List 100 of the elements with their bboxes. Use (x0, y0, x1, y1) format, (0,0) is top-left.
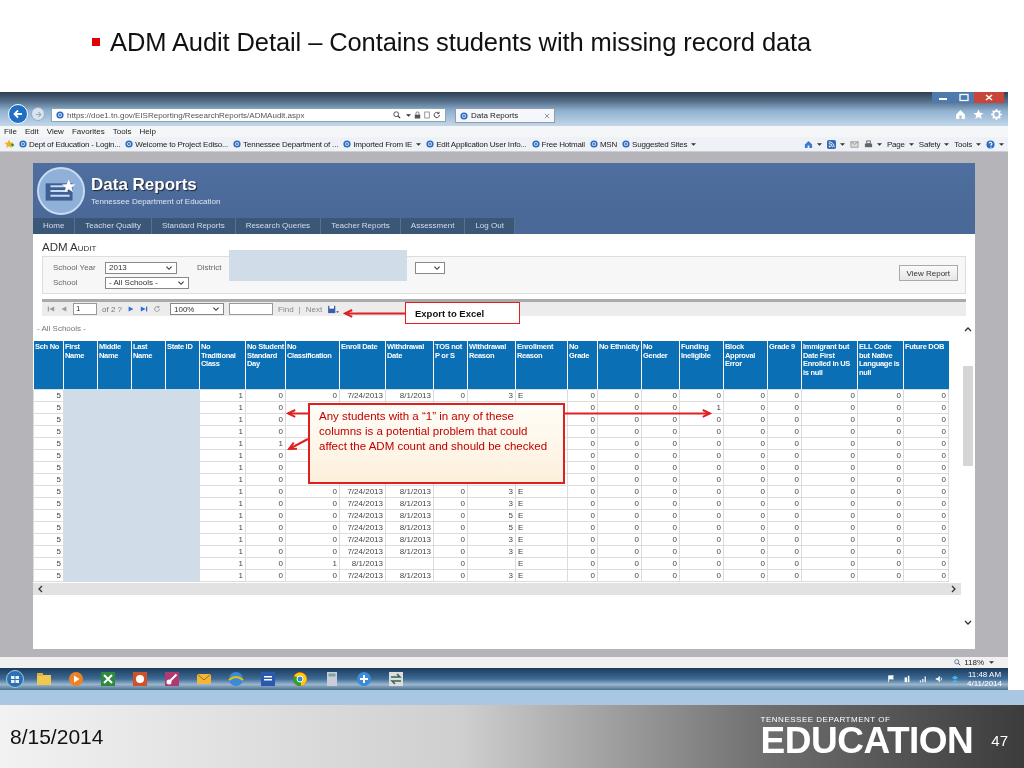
back-button[interactable] (8, 104, 28, 124)
nav-link[interactable]: Log Out (465, 218, 515, 234)
chevron-right-icon[interactable] (950, 585, 957, 593)
home-icon[interactable] (955, 109, 966, 120)
globe-icon[interactable] (426, 140, 435, 148)
globe-icon[interactable] (622, 140, 631, 148)
dropdown-field[interactable]: - All Schools - (105, 276, 189, 289)
favorite-link[interactable]: MSN (589, 139, 618, 149)
nav-link[interactable]: Assessment (400, 218, 466, 234)
menu-item[interactable]: Help (139, 127, 156, 136)
find-link[interactable]: Find (278, 304, 294, 314)
globe-icon[interactable] (343, 140, 352, 148)
previous-page-icon[interactable] (60, 305, 68, 313)
favorite-link[interactable]: Welcome to Project Ediso... (125, 139, 229, 149)
nav-link[interactable]: Standard Reports (151, 218, 236, 234)
refresh-icon[interactable] (433, 111, 441, 119)
globe-icon[interactable] (589, 140, 598, 148)
help-icon[interactable] (986, 139, 995, 149)
chevron-up-icon[interactable] (964, 326, 972, 333)
arrow-left-icon[interactable] (13, 109, 23, 119)
last-page-icon[interactable] (140, 305, 148, 313)
address-bar[interactable]: https://doe1.tn.gov/EISReporting/ResearchReports/ADMAudit.aspx (51, 108, 446, 122)
table-cell: 0 (723, 569, 768, 582)
minimize-button[interactable] (932, 92, 954, 103)
printer-icon[interactable] (863, 139, 873, 149)
close-button[interactable] (974, 92, 1004, 103)
favorite-link[interactable]: Edit Application User Info... (426, 139, 527, 149)
menu-item[interactable]: File (4, 127, 17, 136)
globe-icon[interactable] (19, 140, 27, 148)
find-field[interactable] (229, 303, 273, 315)
caret-icon (816, 142, 822, 146)
table-cell: 0 (567, 449, 598, 462)
star-icon[interactable] (973, 109, 984, 120)
mail-icon[interactable] (196, 671, 212, 687)
spreadsheet-icon[interactable] (100, 671, 116, 687)
document-icon[interactable] (260, 671, 276, 687)
globe-icon[interactable] (460, 111, 468, 120)
close-icon[interactable] (544, 112, 550, 119)
search-icon[interactable] (393, 111, 401, 119)
chevron-down-icon[interactable] (964, 619, 972, 626)
next-page-icon[interactable] (127, 305, 135, 313)
chevron-left-icon[interactable] (37, 585, 44, 593)
settings-icon[interactable] (991, 109, 1002, 120)
transfer-icon[interactable] (388, 671, 404, 687)
globe-icon[interactable] (531, 140, 540, 148)
table-cell: 0 (285, 497, 340, 510)
menu-item[interactable]: Edit (24, 127, 39, 136)
favorite-link[interactable]: Tennessee Department of ... (233, 139, 339, 149)
table-cell: 0 (679, 533, 724, 546)
globe-icon[interactable] (233, 140, 242, 148)
signal-icon[interactable] (919, 675, 927, 683)
table-cell: 0 (641, 533, 680, 546)
menu-item[interactable]: Tools (112, 127, 132, 136)
page-number-field[interactable]: 1 (73, 303, 97, 315)
table-cell: 8/1/2013 (385, 521, 434, 534)
favorite-link[interactable]: Imported From IE (343, 139, 422, 149)
horizontal-scrollbar[interactable] (33, 583, 961, 595)
table-cell: 0 (433, 497, 468, 510)
table-cell: 7/24/2013 (339, 569, 386, 582)
folder-icon[interactable] (36, 671, 52, 687)
first-page-icon[interactable] (47, 305, 55, 313)
browser-tab[interactable]: Data Reports (455, 108, 555, 123)
command-menu[interactable]: Safety (918, 139, 950, 149)
favorite-link[interactable]: Suggested Sites (622, 139, 697, 149)
nav-link[interactable]: Teacher Reports (321, 218, 401, 234)
favorite-link[interactable]: Free Hotmail (531, 139, 585, 149)
globe-icon[interactable] (56, 111, 64, 119)
nav-link[interactable]: Home (33, 218, 76, 234)
maximize-button[interactable] (954, 92, 974, 103)
view-report-button[interactable]: View Report (898, 265, 958, 281)
feed-icon[interactable] (826, 139, 836, 149)
dropdown-field[interactable]: 2013 (105, 261, 177, 274)
scroll-thumb[interactable] (963, 366, 973, 466)
home-icon[interactable] (803, 139, 813, 149)
export-icon[interactable] (327, 304, 341, 314)
globe-icon[interactable] (125, 140, 134, 148)
calculator-icon[interactable] (324, 671, 340, 687)
start-button[interactable] (6, 670, 24, 688)
zoom-dropdown[interactable]: 100% (170, 303, 224, 315)
flag-icon[interactable] (887, 675, 895, 683)
speaker-icon[interactable] (935, 675, 943, 683)
nav-link[interactable]: Research Queries (235, 218, 322, 234)
clock-time[interactable]: 11:48 AM (967, 670, 1002, 679)
favorite-link[interactable]: Dept of Education - Login... (19, 139, 121, 149)
menu-item[interactable]: View (46, 127, 64, 136)
table-cell: E (515, 557, 568, 570)
nav-link[interactable]: Teacher Quality (75, 218, 152, 234)
lock-icon[interactable] (414, 111, 421, 119)
wheel-icon[interactable] (292, 671, 308, 687)
globe-icon[interactable] (228, 671, 244, 687)
command-menu[interactable]: Page (886, 139, 914, 149)
command-menu[interactable]: Tools (954, 139, 981, 149)
dropdown-field[interactable] (415, 261, 445, 274)
favorites-star-icon[interactable] (4, 139, 14, 149)
table-cell: 0 (801, 389, 858, 402)
media-player-icon[interactable] (68, 671, 84, 687)
zoom-level[interactable]: 118% (964, 658, 984, 667)
next-link[interactable]: Next (305, 304, 323, 314)
table-cell: 5 (33, 485, 64, 498)
menu-item[interactable]: Favorites (71, 127, 105, 136)
